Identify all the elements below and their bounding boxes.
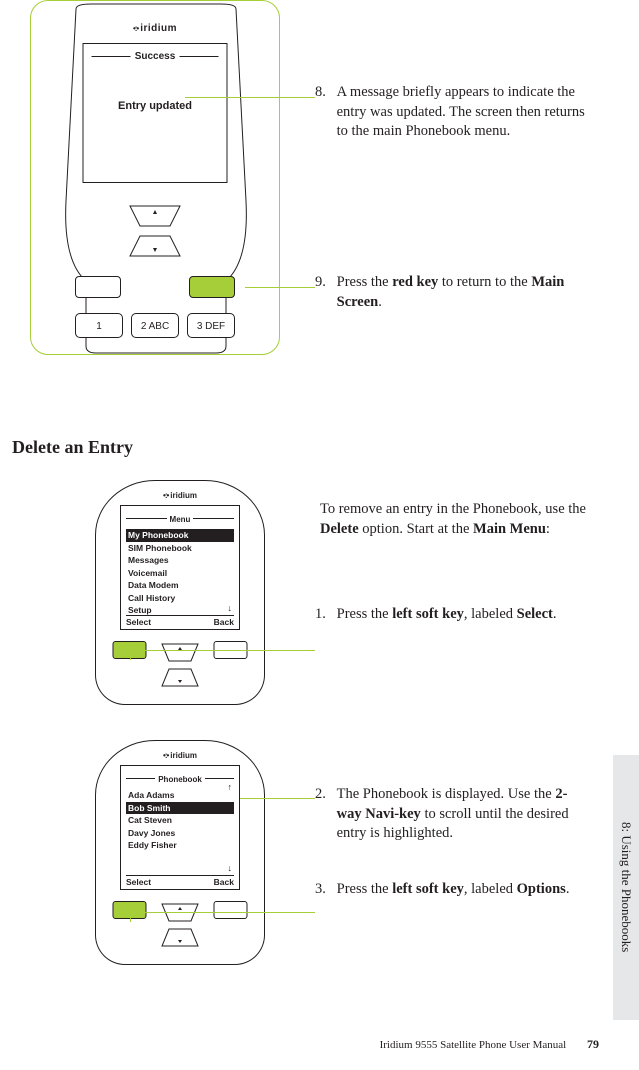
footer: Iridium 9555 Satellite Phone User Manual…	[380, 1037, 599, 1052]
right-softkey	[214, 901, 248, 919]
softkey-labels: Select Back	[126, 875, 234, 887]
navi-key	[156, 901, 204, 951]
brand-label: iridium	[163, 491, 197, 500]
menu-item: Messages	[126, 554, 234, 567]
connector-line	[240, 798, 315, 799]
list-item: Davy Jones	[126, 827, 234, 840]
screen-message: Entry updated	[84, 100, 227, 112]
footer-text: Iridium 9555 Satellite Phone User Manual	[380, 1039, 567, 1051]
navi-key	[120, 201, 190, 261]
brand-label: iridium	[163, 751, 197, 760]
left-softkey	[75, 276, 121, 298]
connector-line	[130, 650, 315, 651]
screen-title: Menu	[167, 515, 194, 524]
scroll-down-icon: ↓	[228, 863, 233, 873]
menu-item: My Phonebook	[126, 529, 234, 542]
step-3: 3. Press the left soft key, labeled Opti…	[315, 880, 595, 900]
list-item: Bob Smith	[126, 802, 234, 815]
softkey-row	[75, 276, 235, 298]
soft-right-label: Back	[214, 877, 234, 887]
intro-text: To remove an entry in the Phonebook, use…	[320, 500, 600, 539]
menu-list: My Phonebook SIM Phonebook Messages Voic…	[121, 529, 239, 617]
step-9: 9. Press the red key to return to the Ma…	[315, 273, 600, 312]
connector-line	[130, 912, 131, 922]
scroll-up-icon: ↑	[228, 782, 233, 792]
screen-title-wrap: Success	[84, 50, 227, 62]
connector-line	[130, 650, 131, 660]
menu-item: SIM Phonebook	[126, 542, 234, 555]
brand-label: iridium	[133, 23, 177, 34]
phone-illustration-menu: iridium Menu My Phonebook SIM Phonebook …	[95, 480, 265, 705]
key-3: 3 DEF	[187, 313, 235, 338]
key-2: 2 ABC	[131, 313, 179, 338]
soft-left-label: Select	[126, 877, 151, 887]
scroll-down-icon: ↓	[228, 603, 233, 613]
phone-screen: Success Entry updated	[83, 43, 228, 183]
phone-screen: Phonebook Ada Adams Bob Smith Cat Steven…	[120, 765, 240, 890]
list-item: Eddy Fisher	[126, 839, 234, 852]
phone-illustration-phonebook: iridium Phonebook Ada Adams Bob Smith Ca…	[95, 740, 265, 965]
phone-illustration-large: iridium Success Entry updated 1 2 ABC 3 …	[30, 0, 280, 355]
side-tab: 8: Using the Phonebooks	[613, 755, 639, 1020]
menu-item: Data Modem	[126, 579, 234, 592]
menu-item: Call History	[126, 592, 234, 605]
connector-line	[130, 912, 315, 913]
step-8: 8. A message briefly appears to indicate…	[315, 83, 595, 142]
section-heading: Delete an Entry	[12, 437, 133, 458]
step-2: 2. The Phonebook is displayed. Use the 2…	[315, 785, 595, 844]
softkey-labels: Select Back	[126, 615, 234, 627]
menu-item: Voicemail	[126, 567, 234, 580]
screen-title: Phonebook	[155, 775, 205, 784]
number-key-row: 1 2 ABC 3 DEF	[75, 313, 235, 338]
right-softkey-red	[189, 276, 235, 298]
page: iridium Success Entry updated 1 2 ABC 3 …	[0, 0, 639, 1070]
soft-left-label: Select	[126, 617, 151, 627]
list-item: Cat Steven	[126, 814, 234, 827]
list-item: Ada Adams	[126, 789, 234, 802]
page-number: 79	[587, 1037, 599, 1051]
contact-list: Ada Adams Bob Smith Cat Steven Davy Jone…	[121, 789, 239, 852]
connector-line	[245, 287, 315, 288]
screen-title: Success	[131, 51, 180, 62]
key-1: 1	[75, 313, 123, 338]
step-1: 1. Press the left soft key, labeled Sele…	[315, 605, 595, 625]
phone-screen: Menu My Phonebook SIM Phonebook Messages…	[120, 505, 240, 630]
soft-right-label: Back	[214, 617, 234, 627]
navi-key	[156, 641, 204, 691]
connector-line	[185, 97, 315, 98]
